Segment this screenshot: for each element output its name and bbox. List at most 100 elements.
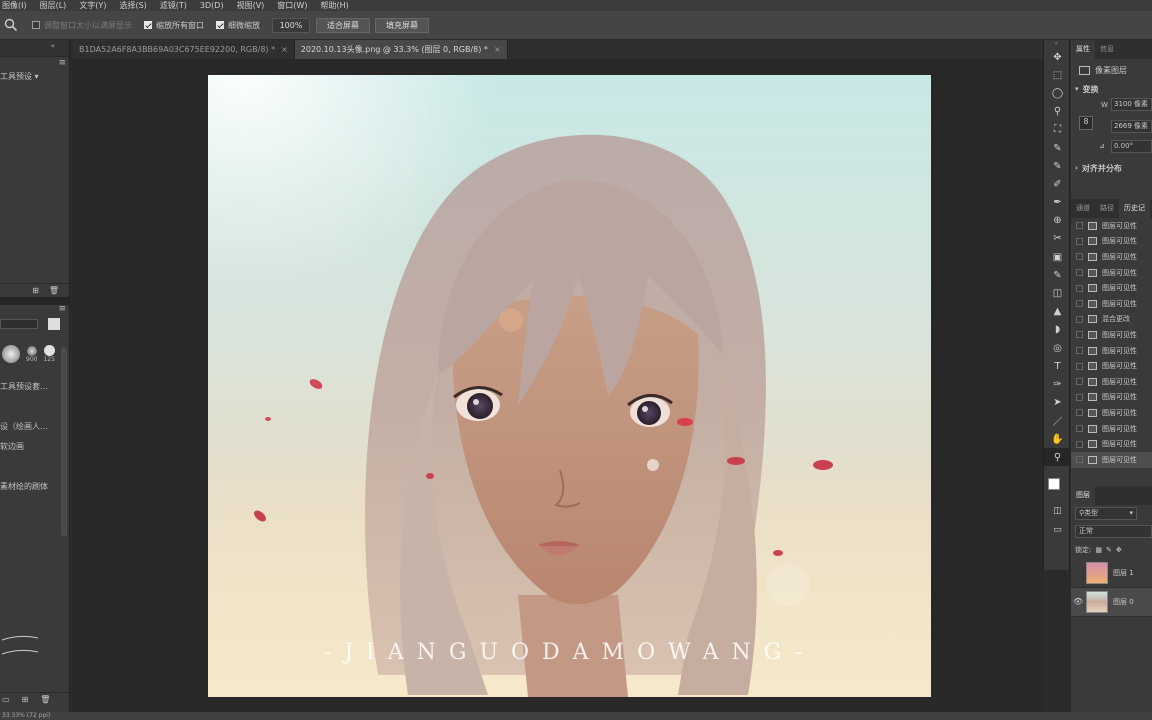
history-item[interactable]: 图层可见性 [1071,421,1152,437]
layer-row[interactable]: 图层 1 [1071,559,1152,588]
screen-mode-icon[interactable]: ▭ [1044,521,1071,539]
move-tool-icon[interactable]: ✥ [1044,48,1071,66]
pencil-tool-icon[interactable]: ✐ [1044,175,1071,193]
menu-image[interactable]: 图像(I) [2,0,27,11]
tab-history[interactable]: 历史记 [1119,199,1150,218]
height-field[interactable]: 2669 像素 [1111,120,1152,133]
trash-icon[interactable]: 🗑 [40,695,50,704]
type-tool-icon[interactable]: T [1044,357,1071,375]
brush-edit-icon[interactable] [48,318,60,330]
zoom-percent-field[interactable]: 100% [272,17,310,33]
gradient-tool-icon[interactable]: ◫ [1044,284,1071,302]
menu-window[interactable]: 窗口(W) [277,0,307,11]
menu-filter[interactable]: 滤镜(T) [160,0,187,11]
new-brush-icon[interactable]: ⊞ [22,695,29,704]
layer-row-selected[interactable]: 👁 图层 0 [1071,587,1152,617]
align-section[interactable]: › 对齐并分布 [1071,157,1152,179]
history-item[interactable]: 图层可见性 [1071,343,1152,359]
chevron-down-icon[interactable]: ▾ [32,72,39,81]
tab-channels[interactable]: 通道 [1071,199,1095,218]
brush-group-item[interactable]: 工具预设套... [0,377,69,397]
brush-group-item[interactable]: 设（绘画人... [0,417,69,437]
history-item[interactable]: 图层可见性 [1071,249,1152,265]
history-item[interactable]: 图层可见性 [1071,265,1152,281]
hand-tool-icon[interactable]: ✋ [1044,430,1071,448]
lock-position-icon[interactable]: ✥ [1116,546,1122,554]
history-item[interactable]: 图层可见性 [1071,390,1152,406]
canvas-area[interactable]: -JIANGUODAMOWANG- [73,59,1043,712]
brush-preset[interactable] [2,345,20,363]
scrubby-zoom-checkbox[interactable]: 细微缩放 [216,20,260,31]
tab-layers[interactable]: 图层 [1071,485,1095,505]
eye-icon[interactable]: 👁 [1071,597,1083,606]
history-item[interactable]: 图层可见性 [1071,374,1152,390]
lock-pixels-icon[interactable]: ▦ [1095,546,1102,554]
lock-paint-icon[interactable]: ✎ [1106,546,1112,554]
history-brush-tool-icon[interactable]: ✂ [1044,230,1071,248]
menu-type[interactable]: 文字(Y) [79,0,106,11]
color-swatches[interactable] [1044,476,1069,502]
menu-help[interactable]: 帮助(H) [320,0,348,11]
tab-info[interactable]: 信息 [1095,40,1119,59]
brush-tool-icon[interactable]: ✎ [1044,157,1071,175]
folder-icon[interactable]: ▭ [2,695,10,704]
eyedropper-tool-icon[interactable]: ✎ [1044,139,1071,157]
brush-search-input[interactable] [0,319,38,329]
quick-select-tool-icon[interactable]: ⚲ [1044,103,1071,121]
line-tool-icon[interactable]: ／ [1044,412,1071,430]
blur-tool-icon[interactable]: ▲ [1044,303,1071,321]
foreground-color-swatch[interactable] [1048,478,1060,491]
quick-mask-icon[interactable]: ◫ [1044,502,1071,520]
document-tab-2[interactable]: 2020.10.13头像.png @ 33.3% (图层 0, RGB/8) *… [294,40,508,59]
brush-group-item[interactable]: 软边画 [0,437,69,457]
brush-preset[interactable]: 900 [26,346,37,363]
history-item-selected[interactable]: 图层可见性 [1071,451,1152,468]
clone-stamp-tool-icon[interactable]: ⊕ [1044,212,1071,230]
zoom-tool-icon[interactable] [4,18,18,32]
brush-preset[interactable]: 125 [43,345,55,363]
collapse-icon[interactable]: « [51,42,55,50]
zoom-all-checkbox[interactable]: 缩放所有窗口 [144,20,204,31]
history-item[interactable]: 图层可见性 [1071,436,1152,452]
layer-filter-select[interactable]: ⚲ 类型 ▾ [1075,507,1137,520]
pen-tool-icon[interactable]: ✑ [1044,375,1071,393]
history-item[interactable]: 图层可见性 [1071,296,1152,312]
tab-paths[interactable]: 路径 [1095,199,1119,218]
marquee-tool-icon[interactable]: ⬚ [1044,66,1071,84]
history-item[interactable]: 图层可见性 [1071,405,1152,421]
mixer-brush-tool-icon[interactable]: ✒ [1044,194,1071,212]
transform-section[interactable]: ▾ 变换 [1071,81,1152,97]
width-field[interactable]: 3100 像素 [1111,98,1152,111]
history-item[interactable]: 图层可见性 [1071,358,1152,374]
history-item[interactable]: 图层可见性 [1071,218,1152,234]
menu-view[interactable]: 视图(V) [237,0,265,11]
path-select-tool-icon[interactable]: ➤ [1044,394,1071,412]
panel-menu-icon[interactable]: ≡ [58,58,66,68]
close-icon[interactable]: × [281,45,288,54]
scrollbar[interactable] [61,347,67,537]
smudge-tool-icon[interactable]: ✎ [1044,266,1071,284]
blend-mode-select[interactable]: 正常 [1075,525,1152,538]
dodge-tool-icon[interactable]: ◗ [1044,321,1071,339]
sponge-tool-icon[interactable]: ◎ [1044,339,1071,357]
crop-tool-icon[interactable]: ⛶ [1044,121,1071,139]
menu-select[interactable]: 选择(S) [119,0,146,11]
menu-3d[interactable]: 3D(D) [200,1,224,10]
link-icon[interactable]: 8 [1079,116,1093,130]
close-icon[interactable]: × [494,45,501,54]
fill-screen-button[interactable]: 填充屏幕 [375,17,429,33]
history-item[interactable]: 图层可见性 [1071,234,1152,250]
new-preset-icon[interactable]: ⊞ [32,286,39,295]
resize-windows-checkbox[interactable]: 调整窗口大小以满屏显示 [32,20,132,31]
brush-group-item[interactable]: 素材绘的刷体 [0,477,69,497]
zoom-tool-icon[interactable]: ⚲ [1044,448,1071,467]
eraser-tool-icon[interactable]: ▣ [1044,248,1071,266]
brush-group-item[interactable] [0,457,69,477]
menu-layer[interactable]: 图层(L) [40,0,67,11]
panel-menu-icon[interactable]: ≡ [58,304,66,314]
tab-properties[interactable]: 属性 [1071,40,1095,59]
history-item[interactable]: 图层可见性 [1071,280,1152,296]
lasso-tool-icon[interactable]: ◯ [1044,84,1071,102]
angle-field[interactable]: 0.00° [1111,140,1152,153]
history-item[interactable]: 图层可见性 [1071,327,1152,343]
